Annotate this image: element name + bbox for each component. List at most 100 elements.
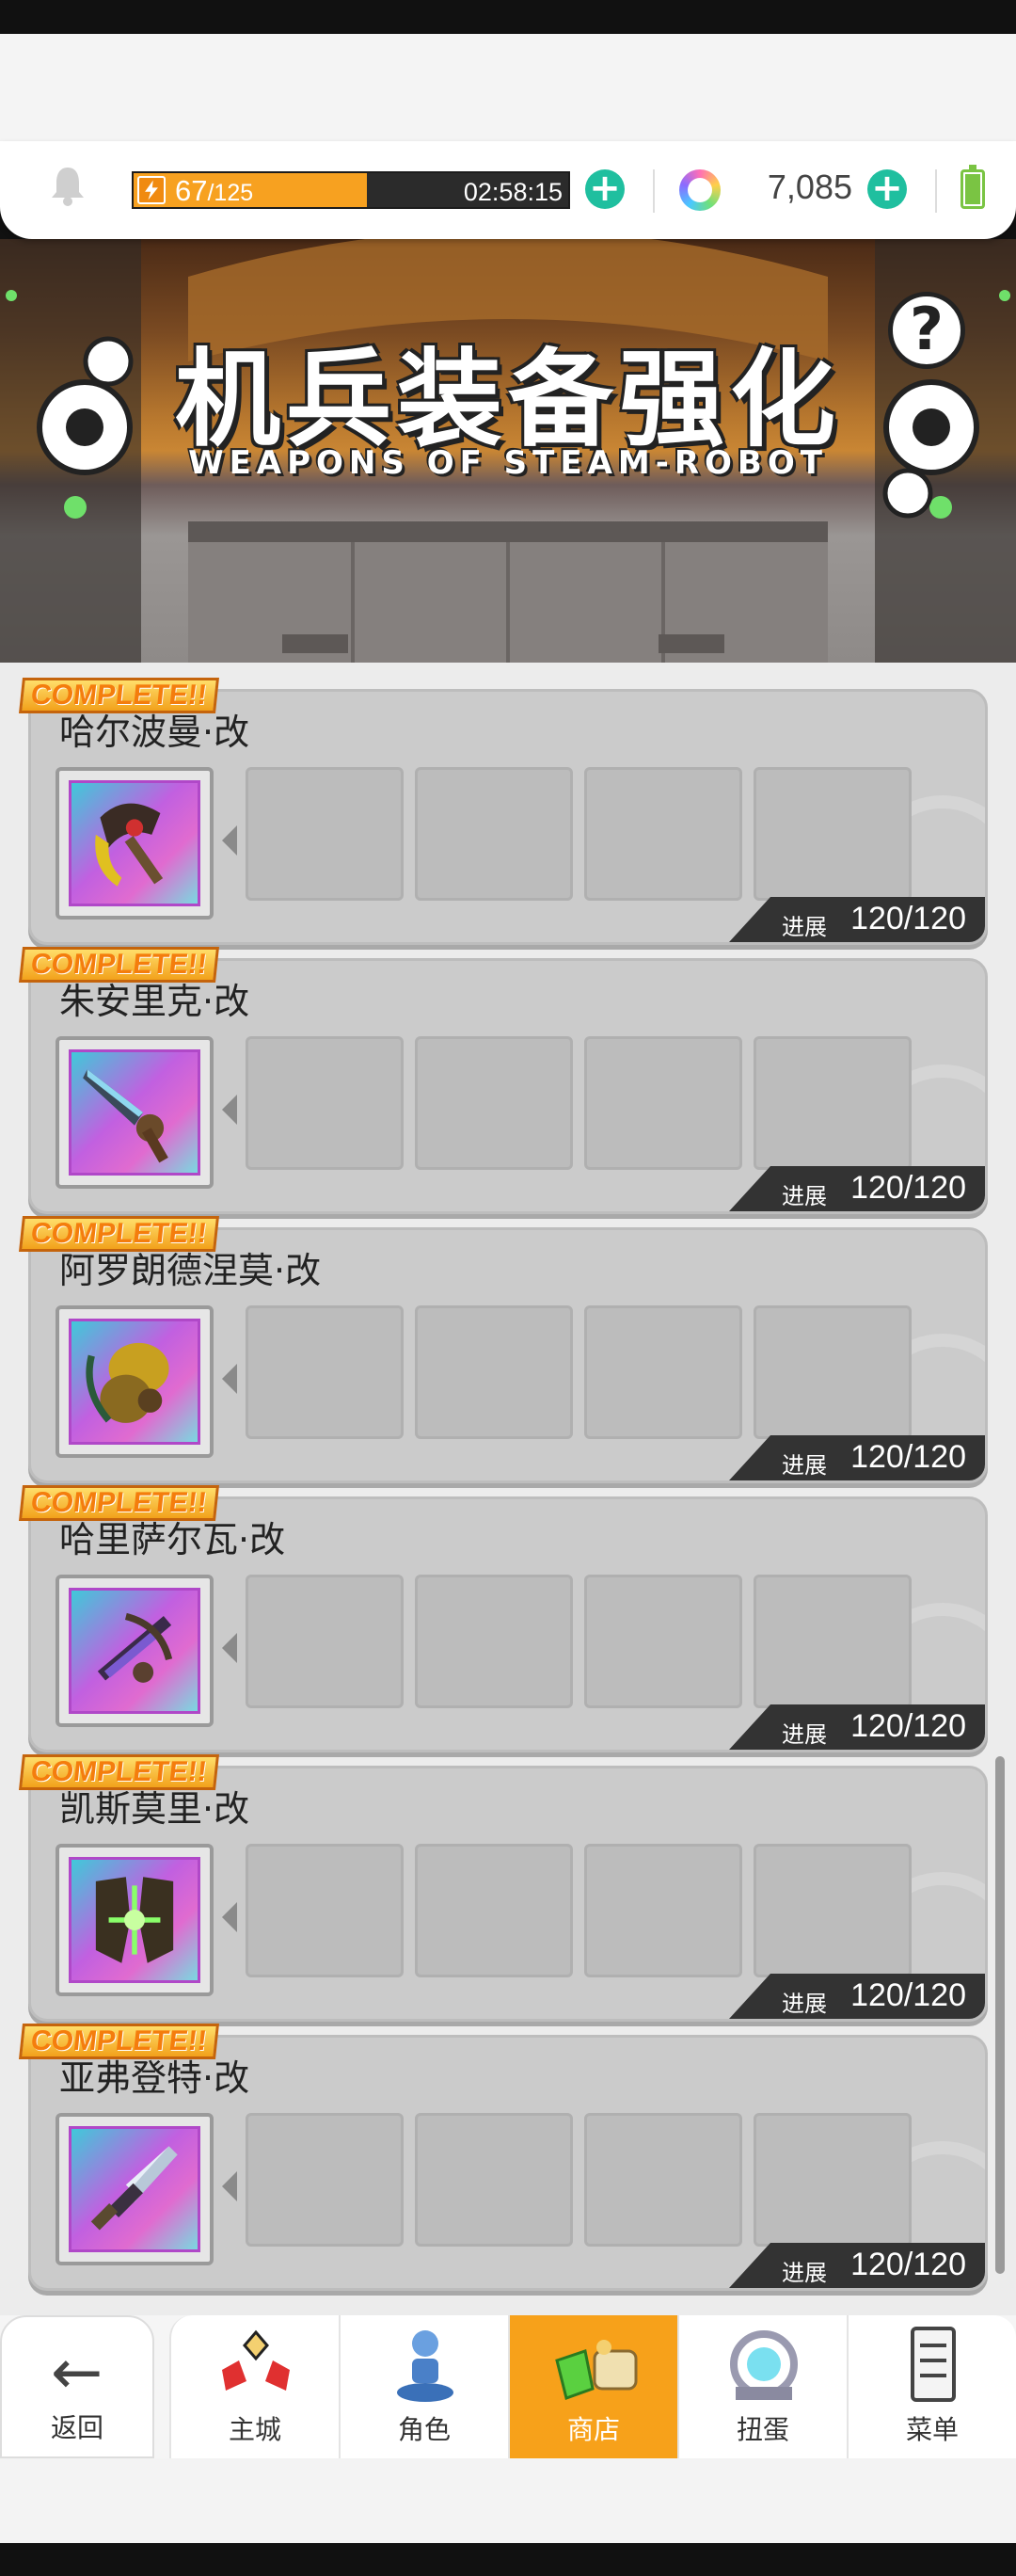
progress-tag: 进展 120/120	[729, 1166, 985, 1211]
bottom-spacer	[0, 2458, 1016, 2543]
divider	[653, 169, 655, 213]
complete-badge: COMPLETE!!	[19, 678, 219, 713]
material-slot[interactable]	[754, 767, 912, 901]
nav-label: 主城	[228, 2414, 281, 2445]
material-slot[interactable]	[754, 2113, 912, 2247]
arrow-left-icon	[222, 2171, 237, 2201]
material-slot[interactable]	[246, 1036, 404, 1170]
material-slot[interactable]	[415, 1036, 573, 1170]
divider	[935, 169, 937, 213]
gem-count: 7,085	[767, 168, 852, 206]
nav-label: 角色	[397, 2414, 451, 2445]
shop-icon	[548, 2323, 642, 2409]
crossbow-icon	[69, 1588, 200, 1714]
material-slot[interactable]	[584, 1036, 742, 1170]
add-gem-button[interactable]: +	[867, 169, 907, 209]
material-slot[interactable]	[584, 1305, 742, 1439]
equipment-card[interactable]: 朱安里克·改 进展 120/120	[28, 958, 988, 1214]
material-slot[interactable]	[246, 767, 404, 901]
gacha-icon	[717, 2323, 811, 2409]
add-energy-button[interactable]: +	[585, 169, 625, 209]
progress-label: 进展	[782, 1183, 827, 1209]
sword-icon	[69, 2126, 200, 2252]
back-button[interactable]: ← 返回	[0, 2315, 154, 2458]
material-slot[interactable]	[415, 767, 573, 901]
equipment-card[interactable]: 亚弗登特·改 进展 120/120	[28, 2035, 988, 2291]
material-slot[interactable]	[246, 1305, 404, 1439]
equipment-slot[interactable]	[56, 1305, 214, 1458]
bell-icon[interactable]	[49, 164, 87, 207]
progress-tag: 进展 120/120	[729, 2243, 985, 2288]
material-slot[interactable]	[246, 2113, 404, 2247]
progress-tag: 进展 120/120	[729, 1435, 985, 1480]
scrollbar[interactable]	[995, 1756, 1005, 2274]
complete-badge: COMPLETE!!	[19, 947, 219, 983]
resource-bar: 67/125 02:58:15 + 7,085 +	[0, 141, 1016, 239]
material-slot[interactable]	[415, 1305, 573, 1439]
material-slot[interactable]	[584, 767, 742, 901]
progress-label: 进展	[782, 914, 827, 940]
complete-badge: COMPLETE!!	[19, 2024, 219, 2059]
equipment-slot[interactable]	[56, 1844, 214, 1996]
axe-icon	[69, 780, 200, 906]
arrow-left-icon	[222, 1095, 237, 1125]
material-slot[interactable]	[246, 1575, 404, 1708]
bottom-nav: ← 返回 主城 角色 商店 扭蛋 菜单	[0, 2315, 1016, 2458]
progress-value: 120/120	[850, 1439, 966, 1475]
progress-value: 120/120	[850, 1708, 966, 1744]
material-slot[interactable]	[415, 1844, 573, 1977]
progress-label: 进展	[782, 1452, 827, 1479]
material-slot[interactable]	[754, 1305, 912, 1439]
material-slot[interactable]	[754, 1036, 912, 1170]
material-slot[interactable]	[584, 2113, 742, 2247]
back-label: 返回	[50, 2412, 103, 2443]
system-status-bar	[0, 0, 1016, 34]
equipment-card[interactable]: 哈尔波曼·改 进展 120/120	[28, 689, 988, 945]
event-banner: 机兵装备强化 WEAPONS OF STEAM-ROBOT ?	[0, 239, 1016, 663]
arrow-left-icon	[222, 1902, 237, 1932]
equipment-list[interactable]: COMPLETE!! 哈尔波曼·改 进展 120/120 COMPLETE!! …	[0, 663, 1016, 2315]
nav-item-menu[interactable]: 菜单	[847, 2315, 1016, 2458]
material-slot[interactable]	[754, 1575, 912, 1708]
material-slot[interactable]	[246, 1844, 404, 1977]
material-slot[interactable]	[415, 1575, 573, 1708]
equipment-card[interactable]: 阿罗朗德涅莫·改 进展 120/120	[28, 1227, 988, 1483]
nav-item-shop[interactable]: 商店	[508, 2315, 677, 2458]
progress-tag: 进展 120/120	[729, 1704, 985, 1750]
energy-timer: 02:58:15	[463, 178, 563, 206]
help-button[interactable]: ?	[888, 292, 965, 369]
material-slot[interactable]	[584, 1844, 742, 1977]
nav-item-gacha[interactable]: 扭蛋	[677, 2315, 847, 2458]
nav-label: 菜单	[905, 2414, 959, 2445]
menu-icon	[886, 2323, 980, 2409]
header-spacer	[0, 34, 1016, 147]
equipment-slot[interactable]	[56, 767, 214, 920]
complete-badge: COMPLETE!!	[19, 1485, 219, 1521]
progress-value: 120/120	[850, 1977, 966, 2013]
progress-label: 进展	[782, 2260, 827, 2286]
equipment-slot[interactable]	[56, 1575, 214, 1727]
equipment-card[interactable]: 凯斯莫里·改 进展 120/120	[28, 1766, 988, 2022]
nav-label: 扭蛋	[736, 2414, 789, 2445]
nav-item-character[interactable]: 角色	[339, 2315, 508, 2458]
battery-icon	[960, 165, 985, 209]
arrow-left-icon	[222, 825, 237, 856]
material-slot[interactable]	[415, 2113, 573, 2247]
progress-label: 进展	[782, 1991, 827, 2017]
equipment-slot[interactable]	[56, 1036, 214, 1189]
material-slot[interactable]	[754, 1844, 912, 1977]
equipment-card[interactable]: 哈里萨尔瓦·改 进展 120/120	[28, 1496, 988, 1752]
arrow-left-icon: ←	[51, 2336, 103, 2408]
nav-item-castle[interactable]: 主城	[169, 2315, 339, 2458]
equipment-slot[interactable]	[56, 2113, 214, 2265]
complete-badge: COMPLETE!!	[19, 1216, 219, 1252]
progress-value: 120/120	[850, 901, 966, 936]
gem-icon	[679, 169, 721, 211]
nav-label: 商店	[566, 2414, 620, 2445]
material-slot[interactable]	[584, 1575, 742, 1708]
energy-bar: 67/125 02:58:15	[132, 171, 570, 209]
energy-value: 67/125	[175, 174, 254, 207]
progress-value: 120/120	[850, 2247, 966, 2282]
armor-icon	[69, 1857, 200, 1983]
blade-icon	[69, 1049, 200, 1176]
